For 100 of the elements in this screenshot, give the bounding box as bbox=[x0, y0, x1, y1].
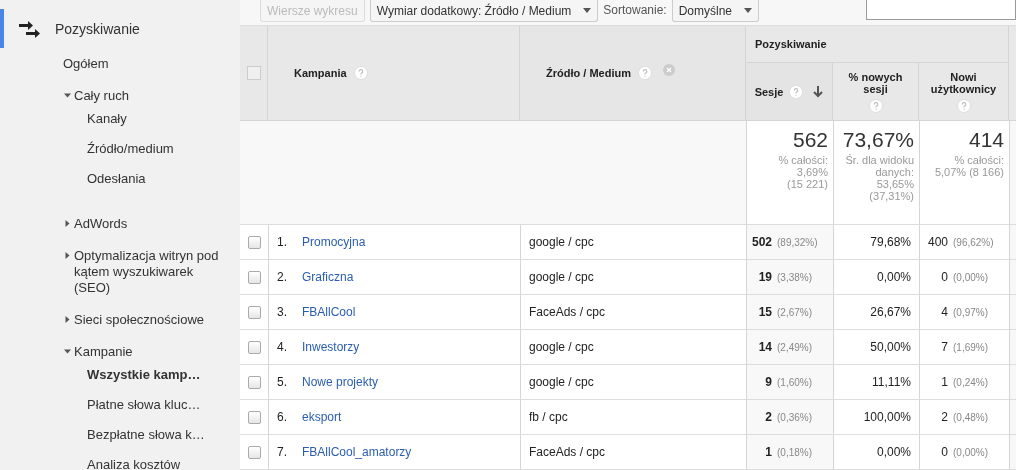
summary-note: (37,31%) bbox=[869, 190, 914, 202]
summary-note: % całości: bbox=[954, 154, 1004, 166]
search-field[interactable] bbox=[866, 0, 1016, 20]
campaign-link[interactable]: FBAllCool_amatorzy bbox=[302, 445, 412, 459]
caret-right-icon[interactable] bbox=[64, 220, 71, 227]
user-count: 400 bbox=[927, 235, 948, 249]
summary-note: 5,07% (8 166) bbox=[934, 166, 1004, 178]
nav-item[interactable]: Optymalizacja witryn pod kątem wyszukiwarek (SEO) bbox=[74, 248, 224, 296]
row-number: 3. bbox=[277, 305, 288, 319]
user-count: 4 bbox=[941, 305, 948, 319]
help-icon[interactable] bbox=[868, 98, 883, 113]
nav-section[interactable]: Pozyskiwanie bbox=[55, 20, 140, 37]
share-text: (89,32%) bbox=[777, 236, 819, 248]
nav-item[interactable]: Analiza kosztów bbox=[0, 450, 240, 470]
user-count: 2 bbox=[941, 410, 948, 424]
share-text: (0,00%) bbox=[953, 446, 989, 458]
sort-arrow-icon[interactable] bbox=[813, 85, 824, 98]
share-text: (0,18%) bbox=[777, 446, 813, 458]
share-text: (3,38%) bbox=[777, 271, 813, 283]
column-header[interactable]: Źródło / Medium bbox=[546, 67, 631, 79]
help-icon[interactable] bbox=[789, 84, 804, 99]
nav-item[interactable]: Płatne słowa kluc… bbox=[0, 390, 240, 420]
nav-item[interactable]: Ogółem bbox=[63, 56, 213, 72]
sort-dropdown[interactable]: Domyślne bbox=[671, 0, 760, 22]
share-text: (0,24%) bbox=[953, 376, 989, 388]
checkbox[interactable] bbox=[247, 305, 261, 319]
arrows-icon bbox=[19, 19, 41, 38]
row-number: 1. bbox=[277, 235, 288, 249]
summary-value: 562 bbox=[792, 128, 828, 152]
summary-value: 73,67% bbox=[842, 128, 914, 152]
table-cell: 100,00% bbox=[833, 400, 919, 435]
caret-down-icon[interactable] bbox=[64, 92, 71, 99]
user-count: 0 bbox=[941, 270, 948, 284]
nav-item[interactable]: AdWords bbox=[74, 216, 224, 232]
share-text: (1,60%) bbox=[777, 376, 813, 388]
table-cell: 26,67% bbox=[833, 295, 919, 330]
sort-label: Sortowanie: bbox=[603, 2, 667, 19]
session-count: 15 bbox=[758, 305, 772, 319]
row-number: 4. bbox=[277, 340, 288, 354]
nav-item[interactable]: Sieci społecznościowe bbox=[74, 312, 224, 328]
row-number: 5. bbox=[277, 375, 288, 389]
row-number: 2. bbox=[277, 270, 288, 284]
table-cell: 0,00% bbox=[833, 435, 919, 470]
summary-note: % całości: bbox=[778, 154, 828, 166]
checkbox[interactable] bbox=[247, 410, 261, 424]
summary-note: 53,65% bbox=[876, 178, 914, 190]
nav-item[interactable]: Cały ruch bbox=[74, 88, 224, 104]
column-header[interactable]: Sesje bbox=[754, 85, 784, 98]
campaign-link[interactable]: eksport bbox=[302, 410, 342, 424]
caret-right-icon[interactable] bbox=[64, 316, 71, 323]
user-count: 7 bbox=[941, 340, 948, 354]
user-count: 0 bbox=[941, 445, 948, 459]
summary-value: 414 bbox=[968, 128, 1004, 152]
secondary-dimension-dropdown[interactable]: Wymiar dodatkowy: Źródło / Medium bbox=[369, 0, 599, 22]
column-header[interactable]: % nowych sesji bbox=[840, 70, 911, 95]
campaign-link[interactable]: FBAllCool bbox=[302, 305, 356, 319]
help-icon[interactable] bbox=[637, 66, 652, 80]
checkbox[interactable] bbox=[247, 270, 261, 284]
dropdown-caret-icon[interactable] bbox=[744, 8, 753, 13]
summary-note: Śr. dla widoku bbox=[845, 154, 914, 166]
column-header[interactable]: Nowi użytkownicy bbox=[928, 70, 999, 95]
nav-item[interactable]: Wszystkie kamp… bbox=[0, 360, 240, 390]
campaign-link[interactable]: Nowe projekty bbox=[302, 375, 379, 389]
session-count: 9 bbox=[765, 375, 772, 389]
share-text: (0,00%) bbox=[953, 271, 989, 283]
checkbox[interactable] bbox=[246, 66, 261, 80]
campaign-link[interactable]: Promocyjna bbox=[302, 235, 366, 249]
summary-note: danych: bbox=[875, 166, 914, 178]
checkbox[interactable] bbox=[247, 235, 261, 249]
nav-item[interactable]: Odesłania bbox=[0, 164, 240, 194]
checkbox[interactable] bbox=[247, 340, 261, 354]
table-cell: 79,68% bbox=[833, 225, 919, 260]
table-cell: 50,00% bbox=[833, 330, 919, 365]
nav-item[interactable]: Bezpłatne słowa k… bbox=[0, 420, 240, 450]
nav-item[interactable]: Źródło/medium bbox=[0, 134, 240, 164]
dropdown-caret-icon[interactable] bbox=[583, 8, 592, 13]
checkbox[interactable] bbox=[247, 445, 261, 459]
share-text: (0,48%) bbox=[953, 411, 989, 423]
session-count: 14 bbox=[758, 340, 772, 354]
row-number: 6. bbox=[277, 410, 288, 424]
help-icon[interactable] bbox=[956, 98, 971, 113]
caret-down-icon[interactable] bbox=[64, 348, 71, 355]
session-count: 1 bbox=[765, 445, 772, 459]
help-icon[interactable] bbox=[353, 66, 368, 80]
nav-item[interactable]: Kampanie bbox=[74, 344, 224, 360]
column-header[interactable]: Kampania bbox=[294, 67, 347, 79]
campaign-link[interactable]: Inwestorzy bbox=[302, 340, 360, 354]
share-text: (0,36%) bbox=[777, 411, 813, 423]
share-text: (2,49%) bbox=[777, 341, 813, 353]
share-text: (96,62%) bbox=[953, 236, 995, 248]
user-count: 1 bbox=[941, 375, 948, 389]
campaign-link[interactable]: Graficzna bbox=[302, 270, 354, 284]
checkbox[interactable] bbox=[247, 375, 261, 389]
caret-right-icon[interactable] bbox=[64, 252, 71, 259]
nav-item[interactable]: Kanały bbox=[0, 104, 240, 134]
session-count: 2 bbox=[765, 410, 772, 424]
remove-icon[interactable] bbox=[662, 64, 675, 76]
share-text: (0,97%) bbox=[953, 306, 989, 318]
row-number: 7. bbox=[277, 445, 288, 459]
table-cell: 11,11% bbox=[833, 365, 919, 400]
